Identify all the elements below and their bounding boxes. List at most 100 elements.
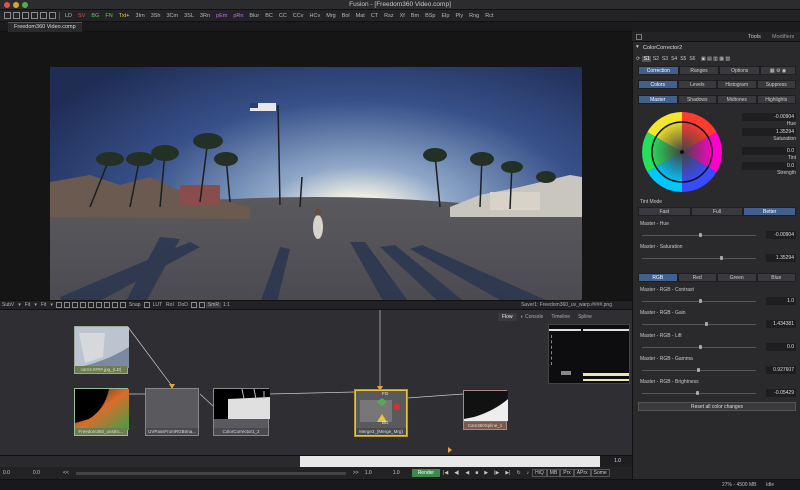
rect-tool-icon[interactable] [79, 302, 86, 308]
reset-colors-button[interactable]: Reset all color changes [638, 402, 796, 411]
layout-icon[interactable] [49, 12, 56, 19]
circle-tool-icon[interactable] [87, 302, 94, 308]
tab-highlights[interactable]: Highlights [756, 95, 796, 104]
mb-button[interactable]: MB [546, 469, 561, 477]
tool-button-3sl[interactable]: 3SL [181, 10, 197, 22]
param-slider[interactable] [642, 324, 756, 325]
skip-start-icon[interactable]: |◀ [440, 470, 451, 476]
tab-rgb[interactable]: RGB [638, 273, 678, 282]
stereo-icon[interactable] [198, 302, 205, 308]
fit-button[interactable]: Fit [23, 302, 33, 308]
hiq-button[interactable]: HiQ [532, 469, 547, 477]
tab-levels[interactable]: Levels [677, 80, 717, 89]
play-icon[interactable]: ▶ [481, 470, 491, 476]
slider-handle[interactable] [695, 391, 699, 395]
sync-icon[interactable]: ⟳ [636, 56, 640, 62]
minimize-window-icon[interactable] [13, 2, 19, 8]
param-value[interactable]: 0.927607 [766, 366, 796, 374]
stop-icon[interactable]: ■ [472, 470, 481, 476]
layout-icon[interactable] [4, 12, 11, 19]
slider-handle[interactable] [699, 233, 702, 237]
chevron-down-icon[interactable]: ▾ [48, 302, 55, 308]
tab-console[interactable]: ◐ Console [517, 313, 548, 321]
loop-icon[interactable]: ↻ [513, 470, 523, 476]
tab-blue[interactable]: Blue [756, 273, 796, 282]
guide-tool-icon[interactable] [119, 302, 126, 308]
global-start-field[interactable]: 0.0 [0, 470, 30, 476]
chevron-down-icon[interactable]: ▾ [636, 44, 639, 50]
tool-button-sv[interactable]: SV [75, 10, 88, 22]
zoom-window-icon[interactable] [22, 2, 28, 8]
tool-button-bsp[interactable]: BSp [422, 10, 438, 22]
time-ruler[interactable]: 1 1.0 [0, 455, 632, 467]
param-slider[interactable] [642, 258, 756, 259]
slider-handle[interactable] [699, 299, 702, 303]
tab-timeline[interactable]: Timeline [547, 313, 574, 321]
tool-button-rng[interactable]: Rng [466, 10, 482, 22]
param-value[interactable]: 1.35294 [766, 254, 796, 262]
version-slot[interactable]: S6 [688, 56, 697, 62]
tab-midtones[interactable]: Midtones [717, 95, 757, 104]
tab-modifiers[interactable]: Modifiers [772, 32, 794, 42]
render-range-bar[interactable] [300, 456, 600, 467]
layout-icon[interactable] [40, 12, 47, 19]
layout-icon[interactable] [31, 12, 38, 19]
skip-end-icon[interactable]: ▶| [502, 470, 513, 476]
snap-button[interactable]: Snap [127, 302, 143, 308]
tool-button-blur[interactable]: Blur [246, 10, 262, 22]
param-value[interactable]: 1.434381 [766, 320, 796, 328]
some-button[interactable]: Some [590, 469, 610, 477]
tab-master[interactable]: Master [638, 95, 678, 104]
tool-button-bol[interactable]: Bol [339, 10, 353, 22]
param-slider[interactable] [642, 393, 756, 394]
layout-icon[interactable] [22, 12, 29, 19]
render-start-field[interactable]: 0.0 [30, 470, 60, 476]
tool-button-bc[interactable]: BC [262, 10, 276, 22]
tool-button-cc[interactable]: CC [276, 10, 290, 22]
pointer-tool-icon[interactable] [55, 302, 62, 308]
render-button[interactable]: Render [411, 469, 441, 477]
time-slider[interactable] [75, 471, 346, 475]
strength-value[interactable]: 0.0 [742, 162, 796, 170]
node-colorcorrector1[interactable]: ColorCorrector1_2 [213, 388, 270, 436]
node-cam3[interactable]: cam3.####.jpg_(LD) [74, 326, 129, 374]
version-slot[interactable]: S5 [679, 56, 688, 62]
global-end-field[interactable]: 1.0 [390, 470, 412, 476]
fit-button-2[interactable]: Fit [39, 302, 49, 308]
saturation-value[interactable]: 1.35294 [742, 128, 796, 136]
render-end-field[interactable]: 1.0 [362, 470, 390, 476]
node-cam360spline[interactable]: Cam360Spline_1 [463, 390, 508, 430]
aprx-button[interactable]: APrx [573, 469, 591, 477]
viewer[interactable] [0, 32, 632, 331]
layout-icon[interactable] [13, 12, 20, 19]
zoom-tool-icon[interactable] [71, 302, 78, 308]
flow-navigator[interactable] [548, 324, 630, 384]
prx-button[interactable]: Prx [560, 469, 574, 477]
tab-shadows[interactable]: Shadows [677, 95, 717, 104]
slider-handle[interactable] [699, 345, 702, 349]
tool-button-bm[interactable]: Bm [408, 10, 422, 22]
flow-panel[interactable]: cam3.####.jpg_(LD) Freedom360_unstric...… [0, 310, 632, 455]
tab-comp[interactable]: Freedom360 Video.comp [8, 22, 82, 32]
tint-mode-better[interactable]: Better [743, 207, 797, 216]
tool-button-bg[interactable]: BG [88, 10, 102, 22]
hue-value[interactable]: -0.00904 [742, 113, 796, 121]
tab-red[interactable]: Red [677, 273, 717, 282]
tool-button-3im[interactable]: 3Im [133, 10, 148, 22]
param-value[interactable]: 0.0 [766, 343, 796, 351]
slider-handle[interactable] [696, 368, 700, 372]
dod-button[interactable]: DoD [176, 302, 190, 308]
param-value[interactable]: -0.00904 [766, 231, 796, 239]
close-window-icon[interactable] [4, 2, 10, 8]
grid-tool-icon[interactable] [111, 302, 118, 308]
tint-mode-full[interactable]: Full [690, 207, 744, 216]
play-reverse-icon[interactable]: ◀ [462, 470, 472, 476]
tab-green[interactable]: Green [717, 273, 757, 282]
pan-tool-icon[interactable] [63, 302, 70, 308]
panel-toggle-icon[interactable] [636, 34, 642, 40]
tool-button-ld[interactable]: LD [62, 10, 75, 22]
forward-button[interactable]: >> [350, 470, 362, 476]
color-channel-icon[interactable] [143, 302, 150, 308]
tool-button-fn[interactable]: FN [102, 10, 115, 22]
text-tool-icon[interactable] [103, 302, 110, 308]
